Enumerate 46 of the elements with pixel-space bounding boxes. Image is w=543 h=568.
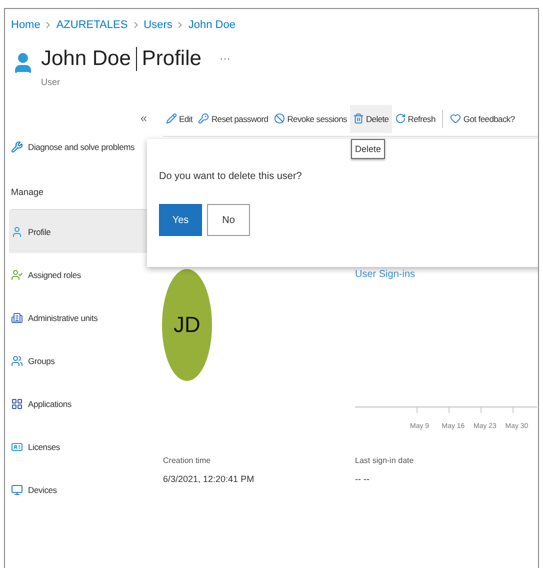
users-icon — [11, 354, 23, 367]
sidebar-item[interactable]: Administrative units — [9, 296, 151, 340]
field-value: -- -- — [355, 474, 370, 484]
sidebar-item[interactable]: Licenses — [9, 425, 151, 468]
wrench-icon — [11, 140, 23, 153]
toolbar-button[interactable]: Edit — [163, 104, 196, 133]
breadcrumb-link[interactable]: AZURETALES — [56, 19, 128, 31]
field-label: Creation time — [163, 456, 212, 466]
pencil-icon — [166, 113, 177, 124]
building-icon — [11, 312, 23, 324]
user-check-icon — [11, 268, 23, 281]
monitor-icon — [11, 484, 23, 496]
toolbar-button[interactable]: Refresh — [392, 104, 438, 133]
collapse-button[interactable]: « — [136, 111, 151, 126]
dialog-message: Do you want to delete this user? — [159, 171, 303, 182]
section-heading: Manage — [11, 186, 44, 197]
refresh-icon — [394, 113, 406, 124]
page-subtitle: User — [41, 77, 62, 88]
user-icon — [11, 226, 23, 238]
sign-ins-link[interactable]: User Sign-ins — [355, 269, 538, 280]
field-value: 6/3/2021, 12:20:41 PM — [163, 474, 256, 484]
sidebar-item[interactable]: Applications — [9, 382, 151, 426]
field-label: Last sign-in date — [355, 456, 415, 466]
heart-icon — [450, 113, 462, 124]
ban-icon — [274, 113, 286, 124]
toolbar-button[interactable]: Revoke sessions — [271, 104, 350, 133]
tooltip: Delete — [351, 139, 386, 160]
toolbar-button[interactable]: Reset password — [195, 104, 272, 133]
key-icon — [198, 113, 210, 124]
sidebar-item[interactable]: Devices — [9, 468, 151, 512]
grid-icon — [11, 398, 23, 410]
toolbar-button[interactable]: Got feedback? — [447, 104, 518, 133]
breadcrumb-link[interactable]: Home — [11, 19, 40, 31]
breadcrumb-link[interactable]: Users — [144, 19, 172, 31]
dialog-button[interactable]: Yes — [159, 204, 202, 236]
toolbar-button[interactable]: Delete — [350, 104, 392, 133]
id-card-icon — [11, 440, 23, 453]
dialog-button[interactable]: No — [207, 204, 250, 236]
more-button[interactable]: ··· — [219, 53, 230, 65]
trash-icon — [352, 113, 364, 124]
sidebar-item[interactable]: Assigned roles — [9, 253, 151, 296]
sidebar-item[interactable]: Groups — [9, 339, 151, 382]
breadcrumb-link[interactable]: John Doe — [188, 19, 236, 31]
page-title: John Doe Profile — [41, 47, 202, 72]
sidebar-item[interactable]: Diagnose and solve problems — [9, 125, 151, 168]
avatar: JD — [162, 269, 212, 382]
